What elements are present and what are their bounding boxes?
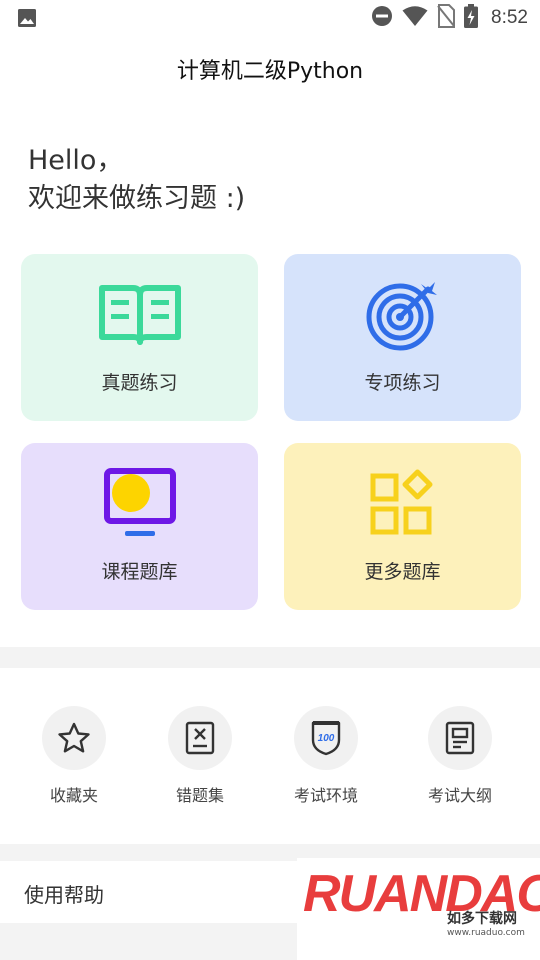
status-time: 8:52 bbox=[491, 7, 528, 28]
card-more-bank[interactable]: 更多题库 bbox=[284, 443, 521, 610]
greeting-line-2: 欢迎来做练习题 :) bbox=[28, 183, 246, 214]
quick-exam-outline[interactable]: 考试大纲 bbox=[410, 706, 510, 806]
image-icon bbox=[17, 8, 37, 32]
greeting-line-1: Hello， bbox=[28, 145, 124, 176]
card-label: 课程题库 bbox=[101, 561, 178, 583]
card-label: 真题练习 bbox=[101, 372, 178, 394]
watermark-logo: RUANDAO 如多下载网 www.ruaduo.com bbox=[297, 858, 540, 960]
quick-label: 错题集 bbox=[175, 786, 224, 805]
book-icon bbox=[98, 280, 181, 350]
no-sim-icon bbox=[437, 4, 456, 32]
status-bar: 8:52 bbox=[0, 0, 540, 36]
quick-label: 考试大纲 bbox=[427, 786, 492, 805]
quick-label: 考试环境 bbox=[293, 786, 358, 805]
card-topic-practice[interactable]: 专项练习 bbox=[284, 254, 521, 421]
target-icon bbox=[362, 280, 444, 351]
page-title: 计算机二级Python bbox=[176, 59, 364, 84]
quick-exam-environment[interactable]: 100 考试环境 bbox=[276, 706, 376, 806]
quick-favorites[interactable]: 收藏夹 bbox=[24, 706, 124, 806]
star-icon bbox=[42, 706, 106, 770]
quick-links: 收藏夹 错题集 100 考试环境 考试大纲 bbox=[0, 668, 540, 844]
wrong-answers-icon bbox=[168, 706, 232, 770]
card-label: 更多题库 bbox=[364, 561, 441, 583]
greeting: Hello， 欢迎来做练习题 :) bbox=[28, 142, 245, 218]
card-course-bank[interactable]: 课程题库 bbox=[21, 443, 258, 610]
app-bar: 计算机二级Python bbox=[0, 36, 540, 102]
quick-wrong-answers[interactable]: 错题集 bbox=[150, 706, 250, 806]
exam-badge-text: 100 bbox=[318, 733, 335, 744]
exam-badge-icon: 100 bbox=[294, 706, 358, 770]
watermark-url: www.ruaduo.com bbox=[447, 928, 525, 938]
do-not-disturb-icon bbox=[371, 5, 393, 31]
wifi-icon bbox=[402, 5, 428, 31]
outline-doc-icon bbox=[428, 706, 492, 770]
help-label: 使用帮助 bbox=[24, 883, 104, 907]
card-label: 专项练习 bbox=[364, 372, 441, 394]
monitor-icon bbox=[99, 468, 181, 539]
watermark-subtitle: 如多下载网 bbox=[447, 911, 517, 927]
apps-grid-icon bbox=[362, 469, 444, 539]
section-divider bbox=[0, 647, 540, 668]
quick-label: 收藏夹 bbox=[49, 786, 98, 805]
battery-charging-icon bbox=[464, 4, 479, 32]
card-real-exam-practice[interactable]: 真题练习 bbox=[21, 254, 258, 421]
